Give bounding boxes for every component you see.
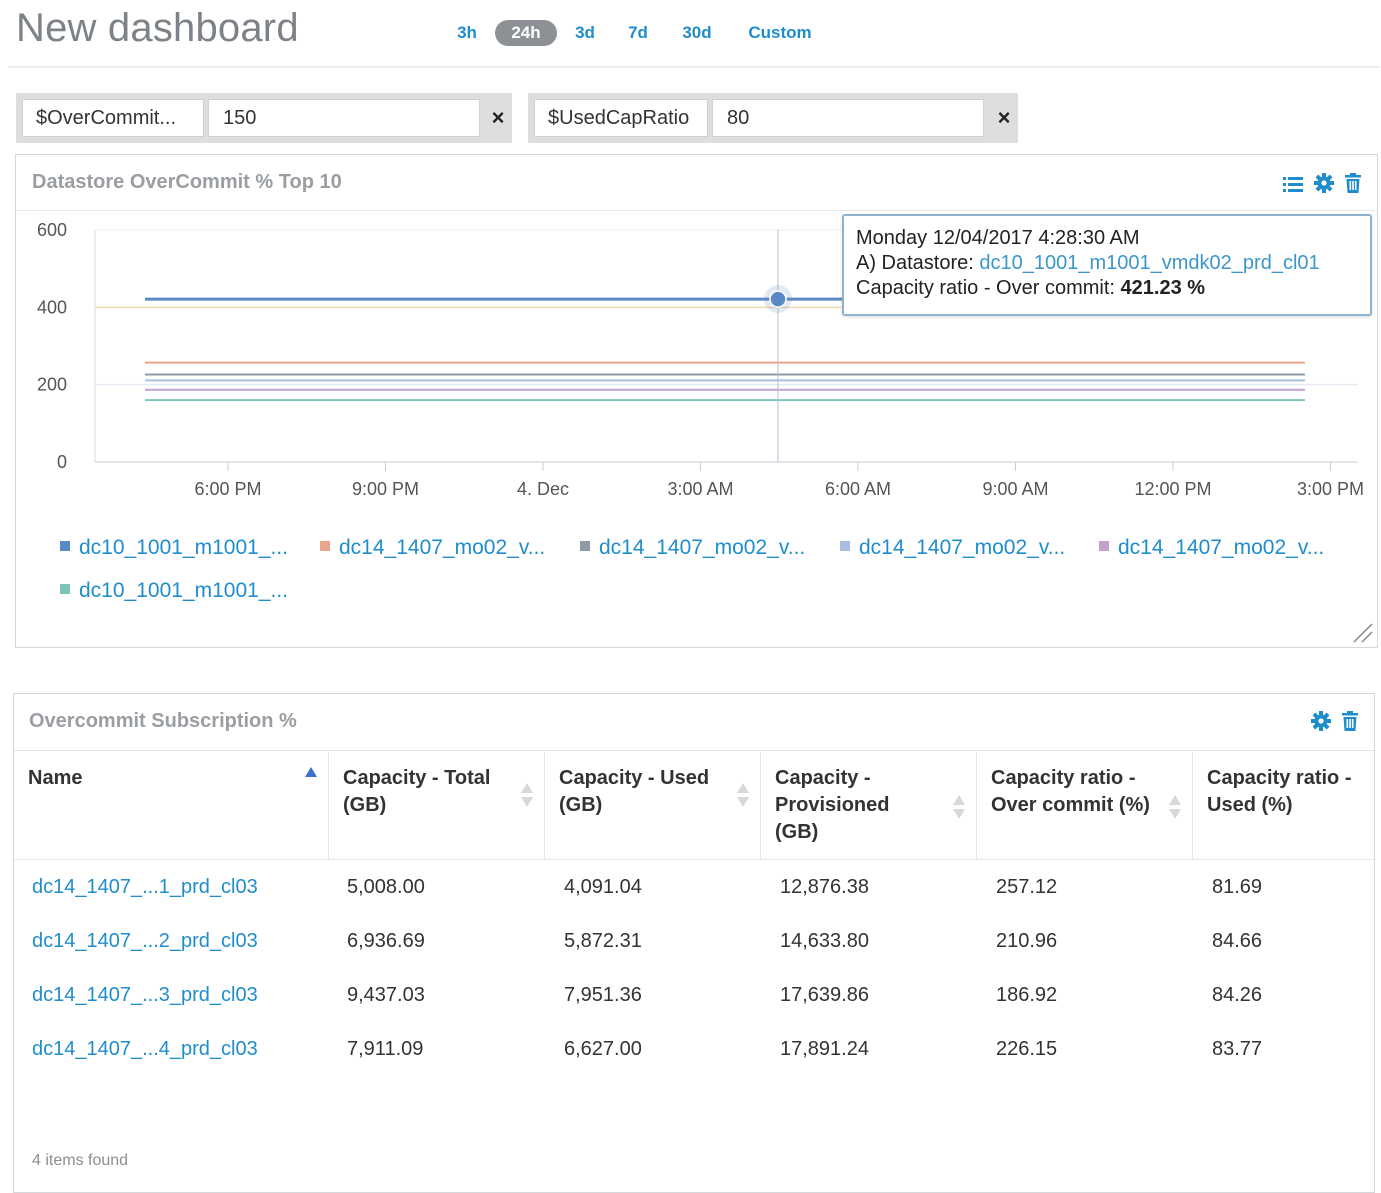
table-cell: 17,639.86 [780,984,869,1006]
column-header-label: Capacity - Total (GB) [343,767,491,816]
legend-swatch [840,541,850,552]
legend-label: dc10_1001_m1001_... [79,579,289,602]
legend-swatch [60,584,70,595]
legend-label: dc14_1407_mo02_v... [859,536,1066,559]
table-cell: 12,876.38 [780,876,869,898]
x-tick-label: 3:00 AM [667,479,733,499]
table-cell: 84.66 [1212,930,1263,952]
column-header-label: Capacity - Provisioned (GB) [775,767,890,843]
legend-label: dc14_1407_mo02_v... [339,536,546,559]
table-cell: 257.12 [996,876,1058,898]
tooltip-datastore: A) Datastore: dc10_1001_m1001_vmdk02_prd… [856,251,1358,276]
legend-item[interactable]: dc10_1001_m1001_... [60,579,288,603]
sort-icon [737,783,749,807]
legend-item[interactable]: dc14_1407_mo02_v... [840,536,1065,560]
datastore-link[interactable]: dc14_1407_...2_prd_cl03 [32,926,258,956]
tooltip-metric: Capacity ratio - Over commit: 421.23 % [856,276,1358,301]
tooltip-datastore-label: A) Datastore: [856,252,974,274]
column-header-label: Name [28,767,83,789]
datastore-link[interactable]: dc14_1407_...3_prd_cl03 [32,980,258,1010]
column-header-used[interactable]: Capacity - Used (GB) [545,752,761,860]
legend-swatch [1099,541,1109,552]
table-cell: 186.92 [996,984,1058,1006]
x-tick-label: 9:00 PM [352,479,419,499]
column-header-overcommit[interactable]: Capacity ratio - Over commit (%) [977,752,1193,860]
column-header-provisioned[interactable]: Capacity - Provisioned (GB) [761,752,977,860]
legend-label: dc14_1407_mo02_v... [599,536,806,559]
hover-point[interactable] [769,290,787,308]
column-header-label: Capacity ratio - Over commit (%) [991,767,1150,816]
trash-icon[interactable] [1339,710,1361,732]
legend-swatch [60,541,70,552]
legend-item[interactable]: dc14_1407_mo02_v... [320,536,545,560]
table-cell: 17,891.24 [780,1038,869,1060]
table-cell: 210.96 [996,930,1058,952]
tooltip-datastore-value: dc10_1001_m1001_vmdk02_prd_cl01 [979,252,1320,274]
tooltip-time: Monday 12/04/2017 4:28:30 AM [856,227,1140,249]
x-tick-label: 6:00 AM [825,479,891,499]
table-cell: 14,633.80 [780,930,869,952]
table-cell: 226.15 [996,1038,1058,1060]
y-tick-label: 400 [37,297,67,317]
table-divider [14,750,1374,751]
sort-icon [953,795,965,819]
datastore-link[interactable]: dc14_1407_...4_prd_cl03 [32,1034,258,1064]
datastore-link[interactable]: dc14_1407_...1_prd_cl03 [32,872,258,902]
table-cell: 7,911.09 [347,1038,424,1060]
table-cell: 5,872.31 [564,930,642,952]
table-cell: 6,627.00 [564,1038,642,1060]
table-cell: 7,951.36 [564,984,642,1006]
resize-handle-icon[interactable] [1352,622,1374,644]
x-tick-label: 4. Dec [517,479,569,499]
y-tick-label: 600 [37,220,67,240]
legend-label: dc10_1001_m1001_... [79,536,289,559]
table-panel-title: Overcommit Subscription % [29,710,297,732]
table-cell: 5,008.00 [347,876,425,898]
table-cell: 84.26 [1212,984,1263,1006]
column-header-total[interactable]: Capacity - Total (GB) [329,752,545,860]
table-cell: 9,437.03 [347,984,425,1006]
y-tick-label: 0 [57,452,67,472]
items-count: 4 items found [32,1152,129,1169]
gear-icon[interactable] [1310,710,1332,732]
x-tick-label: 3:00 PM [1297,479,1364,499]
table-cell: 83.77 [1212,1038,1263,1060]
table-cell: 4,091.04 [564,876,642,898]
legend-item[interactable]: dc10_1001_m1001_... [60,536,288,560]
tooltip-metric-value: 421.23 % [1120,277,1206,299]
table-cell: 81.69 [1212,876,1263,898]
sort-icon [1169,795,1181,819]
sort-asc-icon [305,767,317,777]
x-tick-label: 6:00 PM [194,479,261,499]
column-header-label: Capacity ratio - Used (%) [1207,767,1352,816]
legend-swatch [320,541,330,552]
sort-icon [521,783,533,807]
tooltip-metric-label: Capacity ratio - Over commit: [856,277,1115,299]
table-cell: 6,936.69 [347,930,425,952]
legend-item[interactable]: dc14_1407_mo02_v... [580,536,805,560]
legend-swatch [580,541,590,552]
chart-tooltip: Monday 12/04/2017 4:28:30 AM A) Datastor… [842,214,1372,316]
column-header-label: Capacity - Used (GB) [559,767,710,816]
chart-legend: dc10_1001_m1001_... dc14_1407_mo02_v... … [60,536,1360,616]
column-header-name[interactable]: Name [14,752,329,860]
legend-label: dc14_1407_mo02_v... [1118,536,1325,559]
legend-item[interactable]: dc14_1407_mo02_v... [1099,536,1324,560]
column-header-used-ratio[interactable]: Capacity ratio - Used (%) [1193,752,1373,860]
y-tick-label: 200 [37,375,67,395]
x-tick-label: 9:00 AM [982,479,1048,499]
x-tick-label: 12:00 PM [1134,479,1211,499]
